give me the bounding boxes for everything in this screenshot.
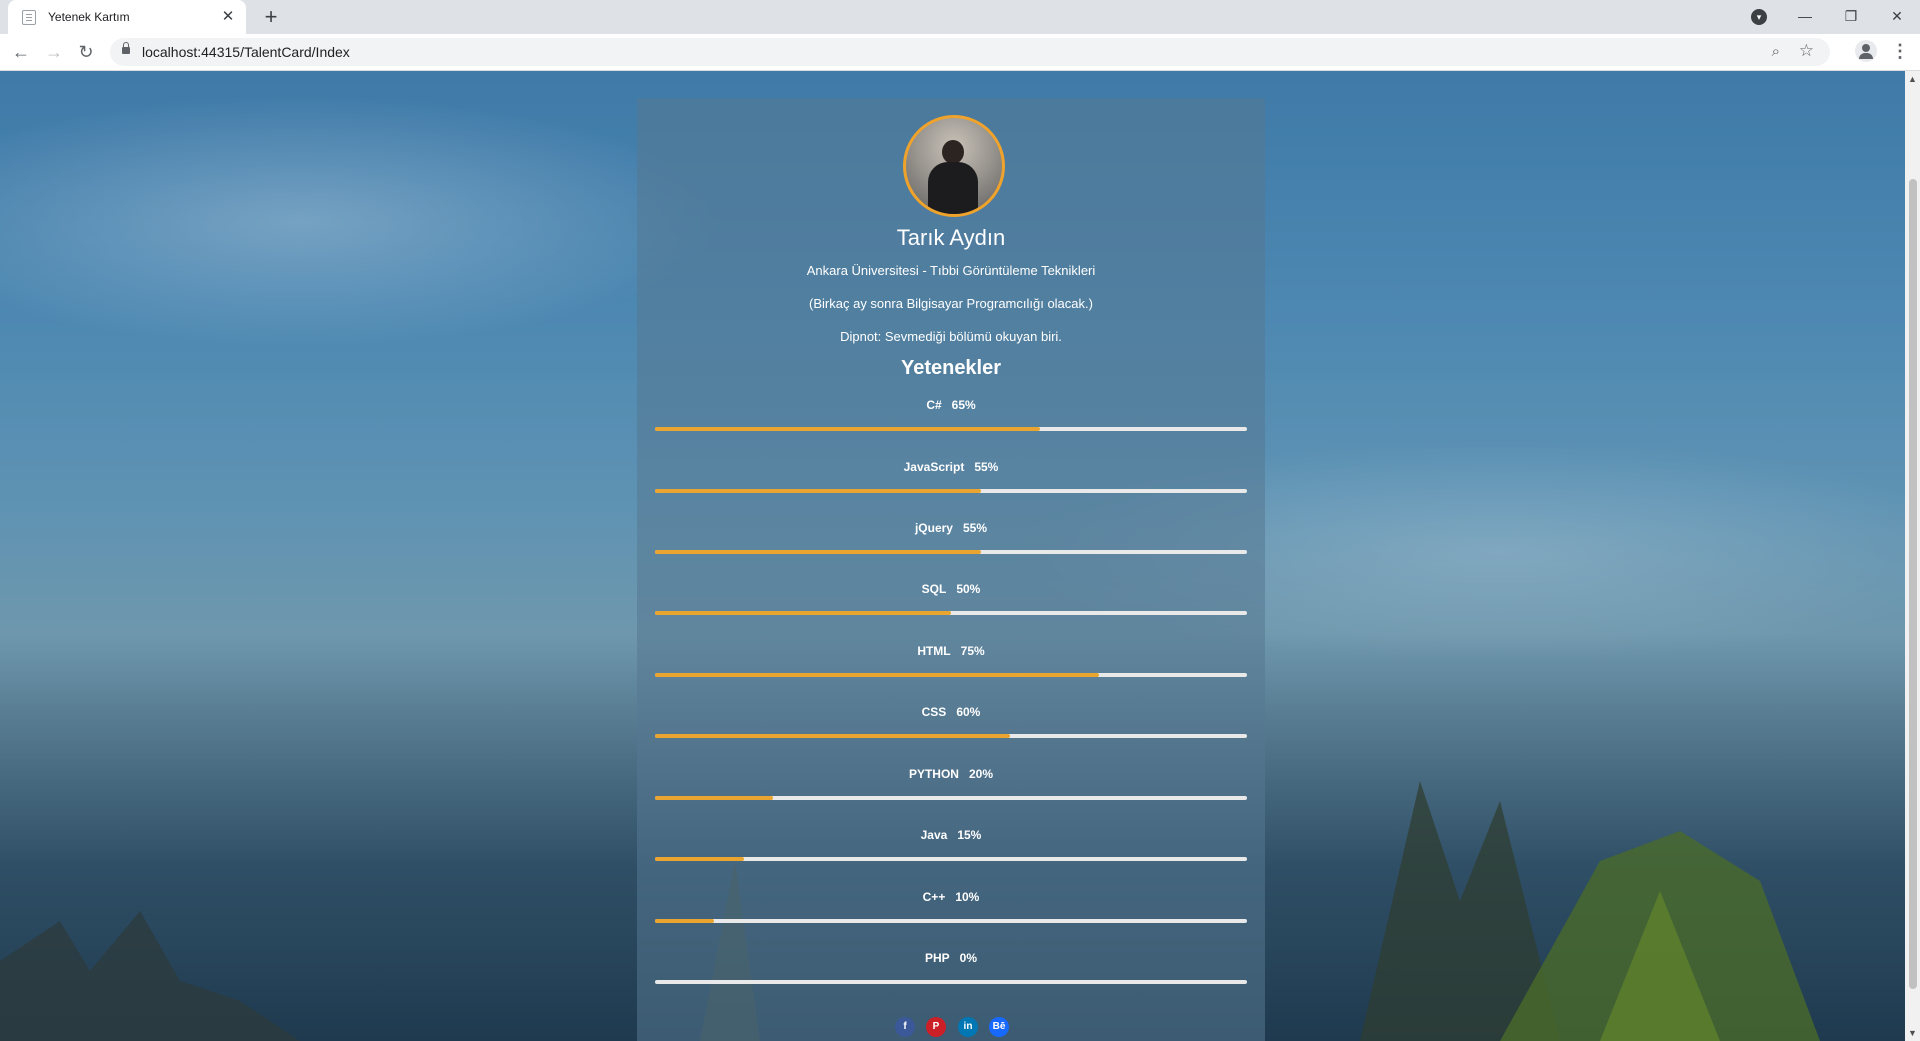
profile-education: Ankara Üniversitesi - Tıbbi Görüntüleme … xyxy=(806,263,1096,278)
skill-name: jQuery xyxy=(914,521,953,535)
tab-search-icon[interactable]: ▾ xyxy=(1751,9,1767,25)
bookmark-star-icon[interactable]: ☆ xyxy=(1799,41,1814,61)
skill-name: PYTHON xyxy=(908,767,959,781)
new-tab-button[interactable]: + xyxy=(258,4,284,30)
skills-heading: Yetenekler xyxy=(900,357,1002,379)
lock-icon[interactable] xyxy=(122,42,130,54)
profile-name: Tarık Aydın xyxy=(896,225,1006,250)
browser-tab[interactable]: Yetenek Kartım ✕ xyxy=(8,0,246,34)
url-text[interactable]: localhost:44315/TalentCard/Index xyxy=(142,44,350,60)
skill-progress-fill xyxy=(655,919,715,923)
scroll-up-icon[interactable]: ▲ xyxy=(1908,74,1917,84)
skill-item: C++ 10% xyxy=(655,890,1247,930)
profile-footnote: Dipnot: Sevmediği bölümü okuyan biri. xyxy=(840,329,1062,344)
profile-note: (Birkaç ay sonra Bilgisayar Programcılığ… xyxy=(809,296,1093,311)
talent-card: Tarık Aydın Ankara Üniversitesi - Tıbbi … xyxy=(637,98,1265,1041)
back-icon[interactable]: ← xyxy=(9,40,33,64)
skill-progress-fill xyxy=(655,489,981,493)
skill-progress-fill xyxy=(655,796,774,800)
zoom-icon[interactable]: ⌕ xyxy=(1772,43,1780,60)
skill-item: JavaScript 55% xyxy=(655,460,1247,500)
facebook-icon[interactable]: f xyxy=(895,1017,915,1037)
skill-progress-bar xyxy=(655,550,1247,554)
skill-percent: 15% xyxy=(957,828,982,842)
skill-item: jQuery 55% xyxy=(655,521,1247,561)
skill-percent: 50% xyxy=(956,582,981,596)
linkedin-icon[interactable]: in xyxy=(958,1017,978,1037)
skill-progress-fill xyxy=(655,427,1040,431)
minimize-icon[interactable]: — xyxy=(1782,0,1828,34)
skill-item: C# 65% xyxy=(655,398,1247,438)
reload-icon[interactable]: ↻ xyxy=(74,40,98,64)
restore-icon[interactable]: ❐ xyxy=(1828,0,1874,34)
skill-progress-bar xyxy=(655,980,1247,984)
skill-name: Java xyxy=(920,828,948,842)
skill-percent: 10% xyxy=(955,890,980,904)
scroll-thumb[interactable] xyxy=(1909,179,1917,989)
skill-item: PHP 0% xyxy=(655,951,1247,991)
skill-name: C# xyxy=(926,398,942,412)
close-tab-icon[interactable]: ✕ xyxy=(220,9,236,25)
skill-percent: 60% xyxy=(956,705,981,719)
skill-item: CSS 60% xyxy=(655,705,1247,745)
kebab-menu-icon[interactable]: ⋮ xyxy=(1890,40,1910,62)
skill-percent: 0% xyxy=(959,951,978,965)
skill-progress-fill xyxy=(655,550,981,554)
skill-percent: 55% xyxy=(974,460,999,474)
skill-percent: 65% xyxy=(951,398,976,412)
skill-name: SQL xyxy=(921,582,947,596)
close-window-icon[interactable]: ✕ xyxy=(1874,0,1920,34)
profile-avatar-icon[interactable] xyxy=(1855,40,1877,62)
skill-percent: 55% xyxy=(962,521,988,535)
skill-progress-bar xyxy=(655,673,1247,677)
skill-progress-fill xyxy=(655,857,744,861)
forward-icon[interactable]: → xyxy=(42,40,66,64)
skill-percent: 20% xyxy=(968,767,994,781)
skill-progress-bar xyxy=(655,919,1247,923)
skill-progress-fill xyxy=(655,611,951,615)
skill-progress-bar xyxy=(655,857,1247,861)
page-scrollbar[interactable]: ▲ ▼ xyxy=(1905,71,1920,1041)
page-viewport: Tarık Aydın Ankara Üniversitesi - Tıbbi … xyxy=(0,71,1905,1041)
skill-item: PYTHON 20% xyxy=(655,767,1247,807)
skill-percent: 75% xyxy=(960,644,985,658)
tab-strip: Yetenek Kartım ✕ + ▾ — ❐ ✕ xyxy=(0,0,1920,34)
skill-name: C++ xyxy=(922,890,946,904)
skill-progress-bar xyxy=(655,427,1247,431)
skill-progress-fill xyxy=(655,734,1011,738)
skill-item: SQL 50% xyxy=(655,582,1247,622)
social-links: f P in Bē xyxy=(895,1017,1009,1037)
skill-progress-bar xyxy=(655,734,1247,738)
skill-progress-bar xyxy=(655,611,1247,615)
scroll-down-icon[interactable]: ▼ xyxy=(1908,1028,1917,1038)
skill-name: CSS xyxy=(921,705,947,719)
tab-title: Yetenek Kartım xyxy=(48,10,130,24)
browser-toolbar: ← → ↻ localhost:44315/TalentCard/Index ⌕… xyxy=(0,34,1920,71)
skill-progress-bar xyxy=(655,489,1247,493)
skill-item: HTML 75% xyxy=(655,644,1247,684)
address-bar[interactable]: localhost:44315/TalentCard/Index ⌕ ☆ xyxy=(110,38,1830,66)
skill-name: PHP xyxy=(924,951,950,965)
skill-name: HTML xyxy=(917,644,951,658)
skill-progress-fill xyxy=(655,673,1099,677)
skill-progress-bar xyxy=(655,796,1247,800)
skill-name: JavaScript xyxy=(903,460,965,474)
pinterest-icon[interactable]: P xyxy=(926,1017,946,1037)
skill-item: Java 15% xyxy=(655,828,1247,868)
behance-icon[interactable]: Bē xyxy=(989,1017,1009,1037)
avatar xyxy=(903,115,1005,217)
page-favicon-icon xyxy=(22,9,36,25)
